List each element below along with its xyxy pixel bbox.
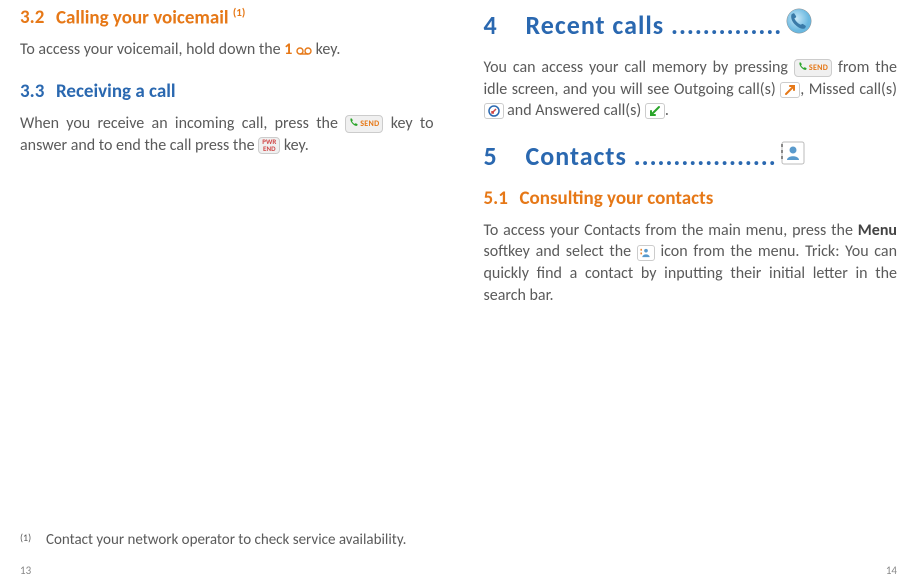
footnote-text: Contact your network operator to check s… [46, 531, 434, 549]
section-number: 3.3 [20, 80, 56, 103]
phone-icon [349, 117, 358, 131]
phone-icon [798, 61, 807, 75]
footnote-marker: (1) [20, 531, 46, 549]
section-number: 5.1 [484, 187, 520, 210]
section-4-body: You can access your call memory by press… [484, 57, 898, 122]
section-number: 5 [484, 140, 524, 172]
section-5-heading: 5 Contacts .................. [484, 140, 898, 173]
right-page: 4 Recent calls .............. You can ac… [459, 0, 917, 585]
end-key-icon: PWREND [258, 137, 280, 154]
section-title: Contacts .................. [526, 140, 777, 172]
missed-call-icon [484, 103, 504, 119]
left-page: 3.2Calling your voicemail (1) To access … [0, 0, 459, 585]
outgoing-call-icon [780, 82, 800, 98]
section-3-3-body: When you receive an incoming call, press… [20, 113, 434, 156]
section-number: 4 [484, 9, 524, 41]
key-1-label: 1 [284, 40, 292, 59]
section-title: Calling your voicemail [56, 6, 229, 29]
section-3-2-heading: 3.2Calling your voicemail (1) [20, 6, 434, 29]
footnote: (1) Contact your network operator to che… [20, 531, 434, 549]
footnote-ref: (1) [233, 6, 245, 19]
section-5-1-body: To access your Contacts from the main me… [484, 220, 898, 306]
section-3-3-heading: 3.3Receiving a call [20, 80, 434, 103]
page-number: 13 [20, 564, 31, 577]
section-title: Receiving a call [56, 80, 176, 103]
section-5-1-heading: 5.1Consulting your contacts [484, 187, 898, 210]
menu-softkey-label: Menu [858, 221, 897, 240]
recent-calls-icon [784, 6, 814, 43]
section-number: 3.2 [20, 6, 56, 29]
section-title: Recent calls .............. [526, 9, 783, 41]
section-4-heading: 4 Recent calls .............. [484, 6, 898, 43]
voicemail-icon [296, 40, 312, 62]
page-number: 14 [886, 564, 897, 577]
send-key-icon: SEND [794, 59, 832, 77]
contacts-menu-icon [637, 245, 655, 261]
contacts-section-icon [779, 140, 807, 173]
answered-call-icon [645, 103, 665, 119]
send-key-icon: SEND [345, 115, 383, 133]
section-3-2-body: To access your voicemail, hold down the … [20, 39, 434, 62]
section-title: Consulting your contacts [520, 187, 714, 210]
